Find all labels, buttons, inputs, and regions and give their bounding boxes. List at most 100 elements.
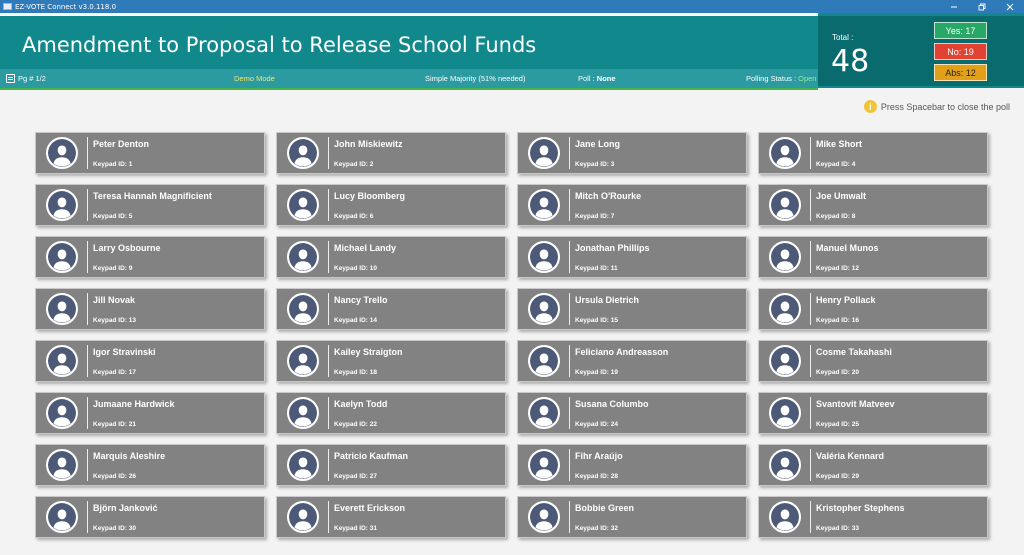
- card-text: Mitch O'Rourke Keypad ID: 7: [575, 189, 641, 221]
- avatar: [46, 241, 78, 273]
- demo-mode-label: Demo Mode: [234, 74, 275, 83]
- avatar: [528, 397, 560, 429]
- delegate-name: Feliciano Andreasson: [575, 347, 669, 357]
- card-text: Igor Stravinski Keypad ID: 17: [93, 345, 156, 377]
- info-strip: Pg # 1/2 Demo Mode Simple Majority (51% …: [0, 69, 818, 88]
- card-text: Larry Osbourne Keypad ID: 9: [93, 241, 161, 273]
- delegate-card[interactable]: Jane Long Keypad ID: 3: [517, 132, 747, 174]
- card-text: Everett Erickson Keypad ID: 31: [334, 501, 405, 533]
- keypad-id: Keypad ID: 31: [334, 525, 377, 532]
- delegate-name: Michael Landy: [334, 243, 397, 253]
- yes-count-badge: Yes: 17: [934, 22, 987, 39]
- avatar: [528, 241, 560, 273]
- totals-panel: Total : 48 Yes: 17 No: 19 Abs: 12: [818, 16, 1024, 86]
- delegate-name: Jill Novak: [93, 295, 136, 305]
- delegate-card[interactable]: Joe Umwalt Keypad ID: 8: [758, 184, 988, 226]
- delegate-card[interactable]: Teresa Hannah Magnificient Keypad ID: 5: [35, 184, 265, 226]
- delegate-card[interactable]: Kristopher Stephens Keypad ID: 33: [758, 496, 988, 538]
- delegate-card[interactable]: Jill Novak Keypad ID: 13: [35, 288, 265, 330]
- card-text: Fihr Araújo Keypad ID: 28: [575, 449, 623, 481]
- person-icon: [48, 191, 76, 219]
- person-icon: [771, 503, 799, 531]
- person-icon: [48, 399, 76, 427]
- card-divider: [569, 189, 570, 221]
- card-divider: [87, 449, 88, 481]
- delegate-card[interactable]: Lucy Bloomberg Keypad ID: 6: [276, 184, 506, 226]
- avatar: [287, 501, 319, 533]
- delegate-card[interactable]: Björn Janković Keypad ID: 30: [35, 496, 265, 538]
- person-icon: [289, 295, 317, 323]
- minimize-button[interactable]: [940, 0, 968, 13]
- avatar: [528, 501, 560, 533]
- delegate-card[interactable]: Ursula Dietrich Keypad ID: 15: [517, 288, 747, 330]
- delegate-card[interactable]: Manuel Munos Keypad ID: 12: [758, 236, 988, 278]
- delegate-card[interactable]: Peter Denton Keypad ID: 1: [35, 132, 265, 174]
- delegate-card[interactable]: Susana Columbo Keypad ID: 24: [517, 392, 747, 434]
- delegate-card[interactable]: Marquis Aleshire Keypad ID: 26: [35, 444, 265, 486]
- person-icon: [48, 295, 76, 323]
- delegate-card[interactable]: Kailey Straigton Keypad ID: 18: [276, 340, 506, 382]
- card-divider: [87, 241, 88, 273]
- delegate-card[interactable]: John Miskiewitz Keypad ID: 2: [276, 132, 506, 174]
- card-text: Valéria Kennard Keypad ID: 29: [816, 449, 884, 481]
- card-divider: [328, 241, 329, 273]
- polling-status: Polling Status : Open: [746, 74, 816, 83]
- keypad-id: Keypad ID: 32: [575, 525, 618, 532]
- delegate-card[interactable]: Fihr Araújo Keypad ID: 28: [517, 444, 747, 486]
- delegate-card[interactable]: Everett Erickson Keypad ID: 31: [276, 496, 506, 538]
- delegate-card[interactable]: Mitch O'Rourke Keypad ID: 7: [517, 184, 747, 226]
- card-divider: [810, 137, 811, 169]
- person-icon: [530, 139, 558, 167]
- delegate-card[interactable]: Feliciano Andreasson Keypad ID: 19: [517, 340, 747, 382]
- person-icon: [289, 243, 317, 271]
- card-text: Henry Pollack Keypad ID: 16: [816, 293, 876, 325]
- header-top-rule: [0, 13, 818, 16]
- keypad-id: Keypad ID: 24: [575, 421, 618, 428]
- delegate-name: Mitch O'Rourke: [575, 191, 642, 201]
- card-text: Kailey Straigton Keypad ID: 18: [334, 345, 403, 377]
- delegate-card[interactable]: Jumaane Hardwick Keypad ID: 21: [35, 392, 265, 434]
- card-divider: [569, 345, 570, 377]
- keypad-id: Keypad ID: 2: [334, 161, 374, 168]
- card-divider: [810, 449, 811, 481]
- avatar: [528, 293, 560, 325]
- delegate-card[interactable]: Bobbie Green Keypad ID: 32: [517, 496, 747, 538]
- card-text: Joe Umwalt Keypad ID: 8: [816, 189, 866, 221]
- delegate-card[interactable]: Henry Pollack Keypad ID: 16: [758, 288, 988, 330]
- card-divider: [810, 189, 811, 221]
- delegate-card[interactable]: Michael Landy Keypad ID: 10: [276, 236, 506, 278]
- person-icon: [530, 347, 558, 375]
- abstain-count-badge: Abs: 12: [934, 64, 987, 81]
- delegate-name: Larry Osbourne: [93, 243, 161, 253]
- card-text: Susana Columbo Keypad ID: 24: [575, 397, 649, 429]
- delegate-card[interactable]: Jonathan Phillips Keypad ID: 11: [517, 236, 747, 278]
- delegate-card[interactable]: Patricio Kaufman Keypad ID: 27: [276, 444, 506, 486]
- avatar: [769, 397, 801, 429]
- delegate-card[interactable]: Kaelyn Todd Keypad ID: 22: [276, 392, 506, 434]
- person-icon: [771, 191, 799, 219]
- card-divider: [87, 137, 88, 169]
- card-text: Svantovit Matveev Keypad ID: 25: [816, 397, 895, 429]
- delegate-card[interactable]: Nancy Trello Keypad ID: 14: [276, 288, 506, 330]
- card-text: Jonathan Phillips Keypad ID: 11: [575, 241, 650, 273]
- card-divider: [569, 397, 570, 429]
- keypad-id: Keypad ID: 13: [93, 317, 136, 324]
- page-indicator[interactable]: Pg # 1/2: [6, 74, 46, 83]
- close-button[interactable]: [996, 0, 1024, 13]
- delegate-card[interactable]: Svantovit Matveev Keypad ID: 25: [758, 392, 988, 434]
- total-label: Total :: [832, 33, 854, 42]
- delegate-card[interactable]: Mike Short Keypad ID: 4: [758, 132, 988, 174]
- delegate-card[interactable]: Igor Stravinski Keypad ID: 17: [35, 340, 265, 382]
- keypad-id: Keypad ID: 10: [334, 265, 377, 272]
- delegate-name: Kaelyn Todd: [334, 399, 388, 409]
- delegate-grid: Peter Denton Keypad ID: 1 John Miskiewit…: [35, 132, 989, 538]
- person-icon: [771, 243, 799, 271]
- delegate-card[interactable]: Larry Osbourne Keypad ID: 9: [35, 236, 265, 278]
- keypad-id: Keypad ID: 11: [575, 265, 618, 272]
- avatar: [287, 345, 319, 377]
- restore-button[interactable]: [968, 0, 996, 13]
- card-divider: [810, 241, 811, 273]
- delegate-card[interactable]: Valéria Kennard Keypad ID: 29: [758, 444, 988, 486]
- delegate-card[interactable]: Cosme Takahashi Keypad ID: 20: [758, 340, 988, 382]
- delegate-name: Jane Long: [575, 139, 621, 149]
